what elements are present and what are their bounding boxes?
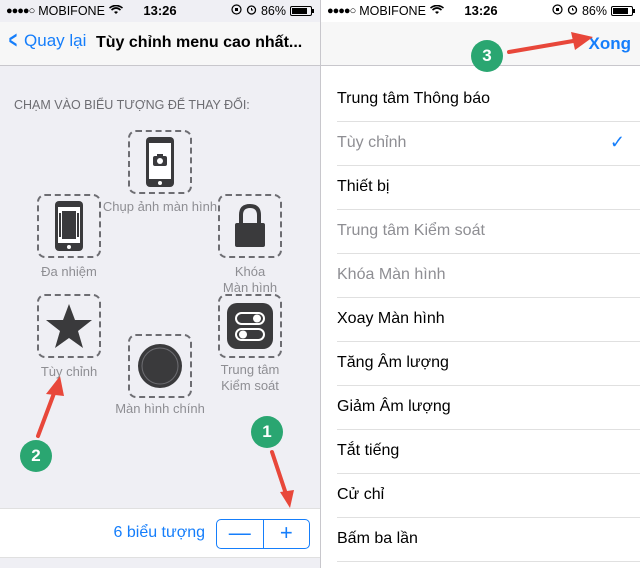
alarm-icon xyxy=(246,4,257,18)
menu-item-control-center[interactable]: Trung tâm Kiểm soát xyxy=(337,210,640,254)
back-label: Quay lại xyxy=(24,31,87,50)
menu-item-label: Trung tâm Kiểm soát xyxy=(337,222,485,239)
menu-item-label: Khóa Màn hình xyxy=(337,266,446,283)
menu-item-lock-screen[interactable]: Khóa Màn hình xyxy=(337,254,640,298)
checkmark-icon: ✓ xyxy=(609,132,625,152)
menu-item-triple-click[interactable]: Bấm ba lần xyxy=(337,518,640,562)
icon-label-control-center: Trung tâm Kiểm soát xyxy=(220,362,280,393)
icon-label-screenshot: Chụp ảnh màn hình xyxy=(102,199,218,214)
page-title: Tùy chỉnh menu cao nhất... xyxy=(96,34,303,51)
icon-slot-multitask[interactable] xyxy=(37,194,101,258)
right-screen: ●●●●○ MOBIFONE 13:26 86% Xong 3 Trung tâ… xyxy=(320,0,640,568)
battery-percent: 86% xyxy=(260,4,286,18)
icon-slot-lock[interactable] xyxy=(218,194,282,258)
icon-slot-screenshot[interactable] xyxy=(128,130,192,194)
increase-button[interactable]: + xyxy=(264,520,310,548)
annotation-badge-1: 1 xyxy=(251,416,283,448)
annotation-badge-2: 2 xyxy=(20,440,52,472)
status-bar: ●●●●○ MOBIFONE 13:26 86% xyxy=(321,0,640,22)
menu-item-label: Trung tâm Thông báo xyxy=(337,90,490,107)
menu-item-label: Thiết bị xyxy=(337,178,390,195)
icon-label-lock: Khóa Màn hình xyxy=(222,264,278,295)
icon-count-label: 6 biểu tượng xyxy=(113,524,205,541)
menu-item-label: Xoay Màn hình xyxy=(337,310,445,327)
icon-label-home: Màn hình chính xyxy=(115,401,205,416)
menu-item-notification-center[interactable]: Trung tâm Thông báo xyxy=(337,78,640,122)
menu-item-gestures[interactable]: Cử chỉ xyxy=(337,474,640,518)
star-icon xyxy=(46,304,92,348)
menu-item-custom[interactable]: Tùy chỉnh ✓ xyxy=(337,122,640,166)
annotation-arrow-2 xyxy=(36,376,64,438)
annotation-arrow-3 xyxy=(507,32,593,54)
annotation-arrow-1 xyxy=(270,450,294,508)
alarm-icon xyxy=(567,4,578,18)
menu-item-volume-down[interactable]: Giảm Âm lượng xyxy=(337,386,640,430)
icon-slot-control-center[interactable] xyxy=(218,294,282,358)
icon-count-stepper[interactable]: — + xyxy=(216,519,310,549)
menu-item-label: Giảm Âm lượng xyxy=(337,398,451,415)
left-screen: ●●●●○ MOBIFONE 13:26 86% < Quay lại Tùy … xyxy=(0,0,320,568)
icon-label-multitask: Đa nhiệm xyxy=(41,264,97,279)
menu-item-volume-up[interactable]: Tăng Âm lượng xyxy=(337,342,640,386)
icon-count-bar: 6 biểu tượng — + xyxy=(0,508,320,558)
icon-slot-home[interactable] xyxy=(128,334,192,398)
menu-item-label: Tùy chỉnh xyxy=(337,134,407,151)
menu-item-label: Tăng Âm lượng xyxy=(337,354,449,371)
battery-icon xyxy=(290,6,314,16)
decrease-button[interactable]: — xyxy=(217,520,264,548)
action-menu-list: Trung tâm Thông báo Tùy chỉnh ✓ Thiết bị … xyxy=(321,66,640,562)
icon-slot-custom[interactable] xyxy=(37,294,101,358)
home-button-icon xyxy=(138,344,182,388)
status-bar: ●●●●○ MOBIFONE 13:26 86% xyxy=(0,0,320,22)
navigation-bar: < Quay lại Tùy chỉnh menu cao nhất... xyxy=(0,22,320,66)
multitask-icon xyxy=(55,201,83,251)
battery-icon xyxy=(611,6,635,16)
control-center-icon xyxy=(227,303,273,349)
menu-item-label: Cử chỉ xyxy=(337,486,385,503)
menu-item-mute[interactable]: Tắt tiếng xyxy=(337,430,640,474)
menu-item-device[interactable]: Thiết bị xyxy=(337,166,640,210)
rotation-lock-icon xyxy=(552,4,563,18)
rotation-lock-icon xyxy=(231,4,242,18)
section-header: CHẠM VÀO BIỂU TƯỢNG ĐỂ THAY ĐỔI: xyxy=(14,98,250,112)
lock-icon xyxy=(235,203,265,247)
chevron-left-icon: < xyxy=(8,27,18,54)
back-button[interactable]: < Quay lại xyxy=(6,27,87,54)
menu-item-label: Bấm ba lần xyxy=(337,530,418,547)
battery-percent: 86% xyxy=(581,4,607,18)
menu-item-label: Tắt tiếng xyxy=(337,442,400,459)
phone-camera-icon xyxy=(146,137,174,187)
menu-item-rotate-screen[interactable]: Xoay Màn hình xyxy=(337,298,640,342)
